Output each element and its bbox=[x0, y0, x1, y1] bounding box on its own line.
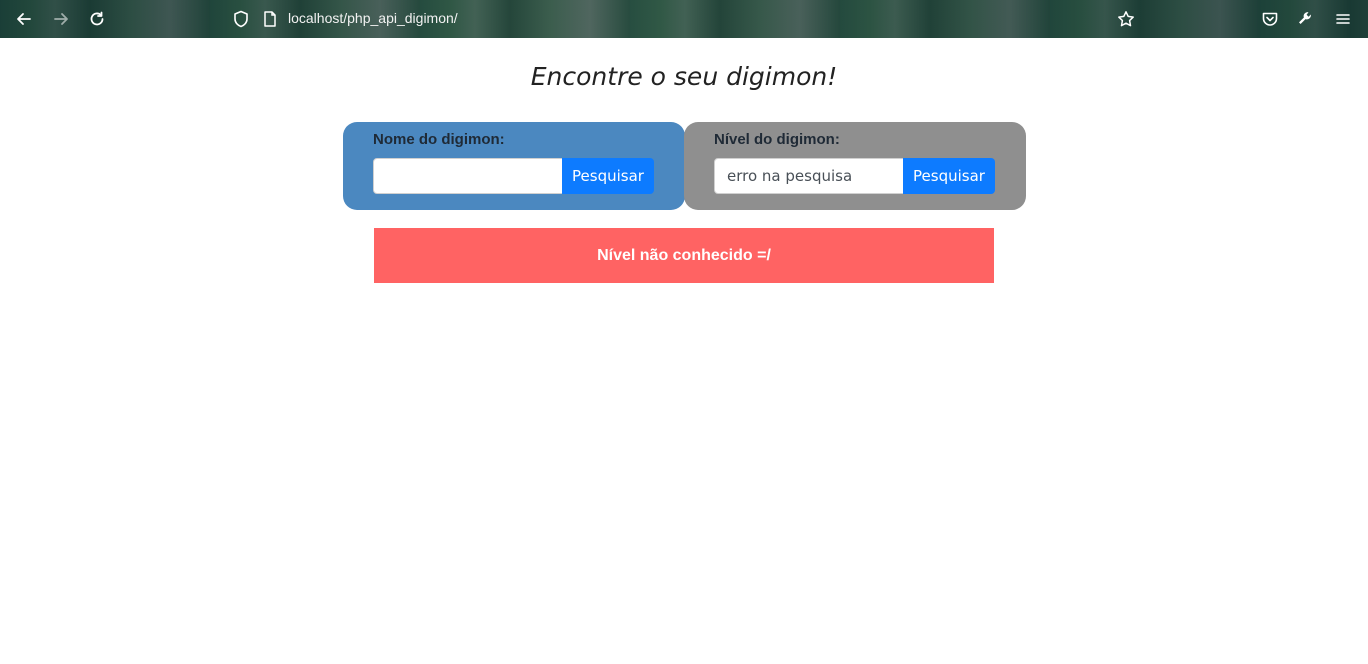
name-search-field[interactable] bbox=[373, 158, 563, 194]
name-search-button[interactable]: Pesquisar bbox=[562, 158, 654, 194]
reload-icon[interactable] bbox=[87, 9, 107, 29]
level-search-button[interactable]: Pesquisar bbox=[903, 158, 995, 194]
menu-icon[interactable] bbox=[1333, 9, 1353, 29]
level-search-label: Nível do digimon: bbox=[714, 131, 840, 148]
level-search-panel: Nível do digimon: Pesquisar bbox=[684, 122, 1026, 210]
name-search-panel: Nome do digimon: Pesquisar bbox=[343, 122, 685, 210]
page-title: Encontre o seu digimon! bbox=[530, 62, 838, 91]
forward-arrow-icon[interactable] bbox=[51, 9, 71, 29]
shield-icon[interactable] bbox=[231, 9, 251, 29]
star-bookmark-icon[interactable] bbox=[1116, 9, 1136, 29]
wrench-icon[interactable] bbox=[1296, 9, 1316, 29]
level-search-field[interactable] bbox=[714, 158, 904, 194]
page-icon bbox=[260, 9, 280, 29]
error-alert-message: Nível não conhecido =/ bbox=[597, 246, 771, 264]
name-search-input[interactable] bbox=[386, 167, 550, 185]
level-search-input[interactable] bbox=[727, 167, 891, 185]
back-arrow-icon[interactable] bbox=[14, 9, 34, 29]
name-search-label: Nome do digimon: bbox=[373, 131, 505, 148]
error-alert: Nível não conhecido =/ bbox=[374, 228, 994, 283]
browser-toolbar: localhost/php_api_digimon/ bbox=[0, 0, 1368, 38]
pocket-icon[interactable] bbox=[1260, 9, 1280, 29]
url-bar[interactable]: localhost/php_api_digimon/ bbox=[288, 10, 458, 26]
